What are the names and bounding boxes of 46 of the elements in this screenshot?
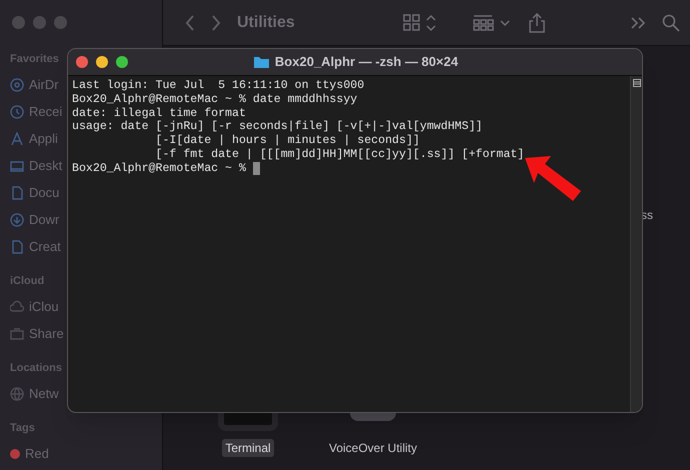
sidebar-item[interactable]: Dowr [29, 210, 60, 230]
file-label[interactable]: VoiceOver Utility [326, 439, 420, 457]
close-button[interactable] [76, 56, 88, 68]
back-icon[interactable] [185, 14, 195, 30]
sidebar-item[interactable]: Appli [29, 128, 58, 148]
sidebar-icon [10, 132, 24, 146]
text-cursor [252, 162, 260, 176]
arrow-icon [523, 153, 583, 203]
file-label[interactable]: Terminal [222, 439, 274, 457]
minimize-button[interactable] [96, 56, 108, 68]
window-title: Box20_Alphr — -zsh — 80×24 [274, 53, 458, 72]
terminal-prompt: Box20_Alphr@RemoteMac ~ % [72, 162, 247, 176]
sidebar-icon [10, 104, 24, 118]
zoom-button[interactable] [116, 56, 128, 68]
sidebar-icon [10, 212, 24, 226]
terminal-line: usage: date [-jnRu] [-r seconds|file] [-v[+|-]val[ymwdHMS]] [72, 120, 482, 134]
sidebar-item[interactable]: Deskt [29, 156, 62, 176]
sidebar-icon [10, 386, 24, 400]
terminal-line: Box20_Alphr@RemoteMac ~ % date mmddhhssyy [72, 92, 358, 107]
sidebar-icon [10, 300, 24, 314]
sidebar-item[interactable]: AirDr [29, 74, 59, 94]
terminal-line: Last login: Tue Jul 5 16:11:10 on ttys000 [72, 79, 364, 93]
sidebar-item[interactable]: Creat [29, 236, 61, 256]
sidebar-item[interactable]: Netw [29, 384, 59, 404]
share-icon[interactable] [529, 12, 545, 32]
sidebar-icon [10, 158, 24, 172]
sidebar-item[interactable]: iClou [29, 296, 59, 316]
forward-icon[interactable] [211, 14, 221, 30]
sidebar-item[interactable]: Red [25, 444, 49, 464]
close-button[interactable] [12, 16, 25, 29]
terminal-line: date: illegal time format [72, 106, 246, 120]
sidebar-item[interactable]: Share [29, 324, 64, 344]
sidebar-icon [10, 326, 24, 340]
sidebar-icon [10, 240, 24, 254]
terminal-line: [-I[date | hours | minutes | seconds]] [154, 134, 420, 148]
sidebar-item[interactable]: Docu [29, 182, 60, 202]
sidebar-item[interactable]: Recei [29, 102, 62, 122]
sidebar-icon [10, 186, 24, 200]
sidebar-icon [10, 78, 24, 92]
app-icon[interactable] [350, 413, 396, 421]
more-icon[interactable] [630, 16, 646, 30]
search-icon[interactable] [662, 14, 680, 32]
menu-icon[interactable] [632, 79, 640, 87]
terminal-line: [-f fmt date | [[[mm]dd]HH]MM[[cc]yy][.ss]] [+format] [154, 148, 524, 162]
folder-icon [254, 56, 269, 68]
folder-title: Utilities [237, 12, 296, 32]
